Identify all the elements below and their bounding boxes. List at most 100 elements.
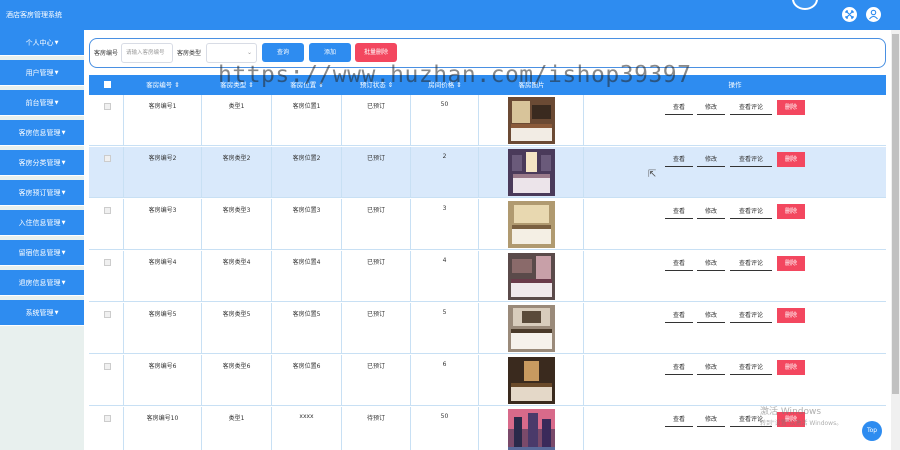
select-all-checkbox[interactable] [104, 81, 111, 88]
edit-button[interactable]: 修改 [697, 415, 725, 427]
batch-delete-button[interactable]: 批量删除 [355, 43, 397, 62]
view-reviews-button[interactable]: 查看评论 [730, 259, 772, 271]
cell-price: 4 [411, 251, 479, 302]
table-row[interactable]: 客房编号5 客房类型5 客房位置5 已预订 5 查看 修改 查看评论 删除 [89, 303, 886, 354]
row-checkbox[interactable] [104, 259, 111, 266]
table-row[interactable]: 客房编号1 类型1 客房位置1 已预订 50 查看 修改 查看评论 删除 [89, 95, 886, 146]
row-checkbox[interactable] [104, 103, 111, 110]
mouse-cursor-icon: ⇱ [648, 169, 657, 180]
cell-room-type: 客房类型6 [202, 355, 272, 406]
view-button[interactable]: 查看 [665, 103, 693, 115]
avatar-bubble[interactable] [792, 0, 818, 10]
room-no-input[interactable]: 请输入客房编号 [121, 43, 173, 63]
view-button[interactable]: 查看 [665, 311, 693, 323]
edit-button[interactable]: 修改 [697, 363, 725, 375]
sidebar-item-label: 退房信息管理 [18, 279, 61, 287]
scroll-thumb[interactable] [892, 34, 899, 394]
cell-room-type: 客房类型5 [202, 303, 272, 354]
table-row[interactable]: 客房编号4 客房类型4 客房位置4 已预订 4 查看 修改 查看评论 删除 [89, 251, 886, 302]
row-checkbox[interactable] [104, 155, 111, 162]
view-button[interactable]: 查看 [665, 155, 693, 167]
chevron-down-icon: ▼ [61, 250, 66, 256]
chevron-down-icon: ▼ [54, 310, 59, 316]
row-checkbox[interactable] [104, 311, 111, 318]
delete-button[interactable]: 删除 [777, 100, 805, 115]
view-reviews-button[interactable]: 查看评论 [730, 155, 772, 167]
sidebar-item-stay[interactable]: 留宿信息管理▼ [0, 240, 84, 266]
edit-button[interactable]: 修改 [697, 155, 725, 167]
sidebar-item-label: 用户管理 [25, 69, 54, 77]
view-reviews-button[interactable]: 查看评论 [730, 363, 772, 375]
col-price[interactable]: 房间价格 ⇕ [411, 75, 479, 95]
view-button[interactable]: 查看 [665, 363, 693, 375]
cell-room-type: 客房类型3 [202, 199, 272, 250]
cell-status: 待预订 [342, 407, 411, 450]
room-type-select[interactable]: ⌄ [206, 43, 257, 63]
scrollbar[interactable] [891, 30, 900, 450]
chevron-down-icon: ▼ [54, 70, 59, 76]
edit-button[interactable]: 修改 [697, 259, 725, 271]
view-button[interactable]: 查看 [665, 415, 693, 427]
view-reviews-button[interactable]: 查看评论 [730, 207, 772, 219]
cell-room-no: 客房编号5 [124, 303, 202, 354]
query-button[interactable]: 查询 [262, 43, 304, 62]
table-row[interactable]: 客房编号3 客房类型3 客房位置3 已预订 3 查看 修改 查看评论 删除 [89, 199, 886, 250]
sidebar-item-booking[interactable]: 客房预订管理▼ [0, 180, 84, 206]
col-image: 客房图片 [518, 81, 545, 89]
view-button[interactable]: 查看 [665, 207, 693, 219]
sidebar-item-checkout[interactable]: 退房信息管理▼ [0, 270, 84, 296]
sidebar-item-profile[interactable]: 个人中心▼ [0, 30, 84, 56]
delete-button[interactable]: 删除 [777, 256, 805, 271]
table-row[interactable]: 客房编号6 客房类型6 客房位置6 已预订 6 查看 修改 查看评论 删除 [89, 355, 886, 406]
cell-status: 已预订 [342, 303, 411, 354]
user-icon[interactable] [866, 7, 881, 22]
sidebar-item-checkin[interactable]: 入住信息管理▼ [0, 210, 84, 236]
cell-room-no: 客房编号3 [124, 199, 202, 250]
sidebar-item-system[interactable]: 系统管理▼ [0, 300, 84, 326]
fullscreen-icon[interactable] [842, 7, 857, 22]
sidebar-item-room-info[interactable]: 客房信息管理▼ [0, 120, 84, 146]
row-checkbox[interactable] [104, 207, 111, 214]
cell-location: 客房位置3 [272, 199, 342, 250]
col-location[interactable]: 客房位置 ⇕ [272, 75, 342, 95]
edit-button[interactable]: 修改 [697, 207, 725, 219]
cell-status: 已预订 [342, 95, 411, 146]
delete-button[interactable]: 删除 [777, 360, 805, 375]
cell-room-no: 客房编号10 [124, 407, 202, 450]
cell-room-no: 客房编号2 [124, 147, 202, 198]
table-row[interactable]: 客房编号2 客房类型2 客房位置2 已预订 2 查看 修改 查看评论 删除 [89, 147, 886, 198]
col-room-type[interactable]: 客房类型 ⇕ [202, 75, 272, 95]
edit-button[interactable]: 修改 [697, 311, 725, 323]
room-thumbnail [508, 149, 555, 196]
col-room-no[interactable]: 客房编号 ⇕ [124, 75, 202, 95]
view-reviews-button[interactable]: 查看评论 [730, 311, 772, 323]
cell-location: xxxx [272, 407, 342, 450]
room-thumbnail [508, 201, 555, 248]
chevron-down-icon: ⌄ [246, 49, 252, 56]
edit-button[interactable]: 修改 [697, 103, 725, 115]
col-status[interactable]: 预订状态 ⇕ [342, 75, 411, 95]
back-to-top-button[interactable]: Top [862, 421, 882, 441]
chevron-down-icon: ▼ [61, 220, 66, 226]
search-bar: 客房编号 请输入客房编号 客房类型 ⌄ 查询 添加 批量删除 [89, 38, 886, 68]
delete-button[interactable]: 删除 [777, 204, 805, 219]
sidebar-item-users[interactable]: 用户管理▼ [0, 60, 84, 86]
cell-location: 客房位置5 [272, 303, 342, 354]
view-button[interactable]: 查看 [665, 259, 693, 271]
app-title: 酒店客房管理系统 [6, 11, 62, 19]
delete-button[interactable]: 删除 [777, 308, 805, 323]
sidebar-item-frontdesk[interactable]: 前台管理▼ [0, 90, 84, 116]
add-button[interactable]: 添加 [309, 43, 351, 62]
row-checkbox[interactable] [104, 415, 111, 422]
cell-room-no: 客房编号6 [124, 355, 202, 406]
room-thumbnail [508, 305, 555, 352]
table-header: 客房编号 ⇕ 客房类型 ⇕ 客房位置 ⇕ 预订状态 ⇕ 房间价格 ⇕ 客房图片 … [89, 75, 886, 95]
delete-button[interactable]: 删除 [777, 152, 805, 167]
view-reviews-button[interactable]: 查看评论 [730, 103, 772, 115]
sidebar-item-room-category[interactable]: 客房分类管理▼ [0, 150, 84, 176]
chevron-down-icon: ▼ [54, 100, 59, 106]
cell-price: 3 [411, 199, 479, 250]
cell-price: 6 [411, 355, 479, 406]
row-checkbox[interactable] [104, 363, 111, 370]
cell-location: 客房位置1 [272, 95, 342, 146]
